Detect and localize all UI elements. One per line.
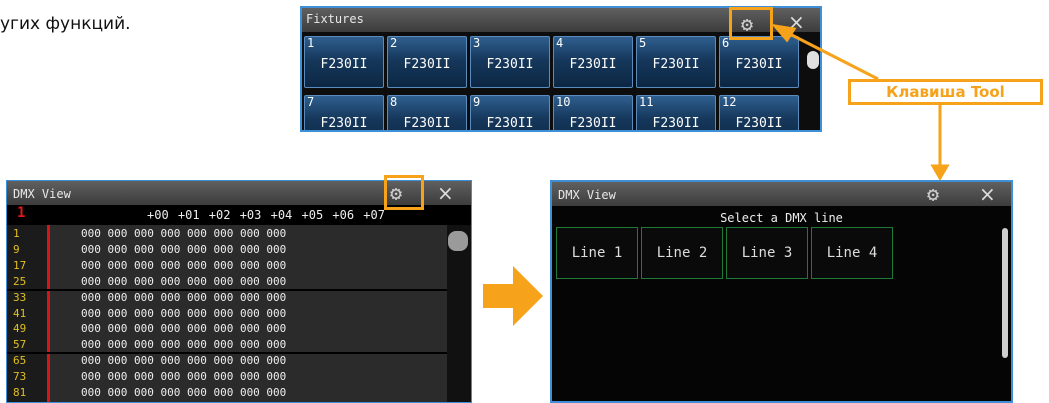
dmx-address: 33: [13, 290, 27, 304]
dmx-row-values: 000 000 000 000 000 000 000 000: [81, 242, 287, 256]
dmx-row-values: 000 000 000 000 000 000 000 000: [81, 290, 287, 304]
dmx-row-values: 000 000 000 000 000 000 000 000: [81, 386, 287, 399]
arrow-right-icon: [483, 266, 543, 326]
dmx-row-values: 000 000 000 000 000 000 000 000: [81, 306, 287, 320]
close-button[interactable]: ×: [437, 181, 454, 205]
dmx-view-window: DMX View ⚙ × Select a DMX line Line 1 Lin…: [550, 180, 1013, 403]
dmx-line-number: 1: [17, 205, 26, 221]
dmx-address: 49: [13, 322, 27, 336]
scrollbar-thumb[interactable]: [448, 231, 468, 251]
dmx-address: 17: [13, 258, 27, 272]
dmx-line-button[interactable]: Line 2: [641, 227, 723, 279]
dmx-row-values: 000 000 000 000 000 000 000 000: [81, 370, 287, 384]
dmx-row-values: 000 000 000 000 000 000 000 000: [81, 354, 287, 368]
tool-key-label: Клавиша Tool: [848, 79, 1043, 105]
gear-icon[interactable]: ⚙: [927, 182, 939, 206]
window-title: DMX View: [13, 187, 71, 201]
dmx-address: 81: [13, 386, 27, 399]
dmx-line-button[interactable]: Line 4: [811, 227, 893, 279]
dmx-address: 25: [13, 274, 27, 288]
close-button[interactable]: ×: [979, 182, 996, 206]
select-line-prompt: Select a DMX line: [720, 211, 843, 225]
tool-key-highlight: [384, 175, 424, 210]
dmx-titlebar: [552, 182, 1011, 206]
dmx-row-values: 000 000 000 000 000 000 000 000: [81, 322, 287, 336]
channel-offsets: +00 +01 +02 +03 +04 +05 +06 +07: [147, 208, 385, 222]
scrollbar[interactable]: [1002, 228, 1008, 358]
window-title: DMX View: [558, 188, 616, 202]
dmx-address: 1: [13, 227, 20, 240]
dmx-view-window: DMX View ⚙ × 1 +00 +01 +02 +03 +04 +05 +…: [6, 180, 472, 403]
dmx-address: 65: [13, 354, 27, 368]
dmx-address: 57: [13, 338, 27, 352]
dmx-line-button[interactable]: Line 3: [726, 227, 808, 279]
dmx-row-values: 000 000 000 000 000 000 000 000: [81, 258, 287, 272]
dmx-line-button[interactable]: Line 1: [556, 227, 638, 279]
dmx-line-list: Line 1 Line 2 Line 3 Line 4: [556, 227, 893, 279]
dmx-address: 9: [13, 242, 20, 256]
row-group-divider: [7, 288, 447, 291]
dmx-row-values: 000 000 000 000 000 000 000 000: [81, 338, 287, 352]
row-group-divider: [7, 352, 447, 355]
dmx-address: 41: [13, 306, 27, 320]
dmx-row-values: 000 000 000 000 000 000 000 000: [81, 274, 287, 288]
dmx-row-values: 000 000 000 000 000 000 000 000: [81, 227, 287, 240]
dmx-address: 73: [13, 370, 27, 384]
